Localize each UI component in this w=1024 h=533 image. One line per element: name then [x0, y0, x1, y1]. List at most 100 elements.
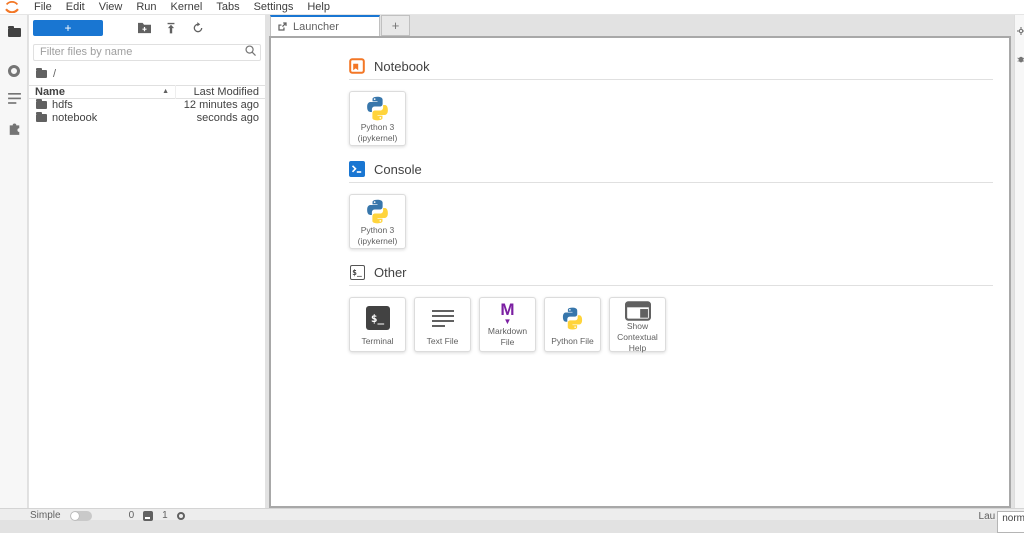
file-modified: 12 minutes ago — [175, 99, 265, 111]
sidebar-item-table-of-contents[interactable] — [0, 84, 28, 112]
file-name: notebook — [52, 112, 97, 124]
file-row-hdfs[interactable]: hdfs 12 minutes ago — [29, 99, 265, 112]
column-last-modified[interactable]: Last Modified — [175, 85, 265, 99]
menu-kernel[interactable]: Kernel — [164, 0, 210, 15]
running-sessions-icon — [8, 65, 20, 77]
jupyter-logo-icon — [4, 1, 21, 14]
column-name[interactable]: Name — [29, 86, 162, 98]
card-label: Python 3 — [361, 225, 395, 235]
folder-icon — [36, 101, 47, 109]
menu-view[interactable]: View — [92, 0, 130, 15]
card-python-file[interactable]: Python File — [544, 297, 601, 352]
launcher-panel: Notebook Python 3 (ipykernel) — [269, 36, 1011, 508]
new-folder-icon — [137, 21, 152, 34]
card-text-file[interactable]: Text File — [414, 297, 471, 352]
menu-tabs[interactable]: Tabs — [209, 0, 246, 15]
sidebar-item-extension-manager[interactable] — [0, 113, 28, 141]
card-label: Show Contextual Help — [610, 321, 665, 358]
sidebar-item-debugger[interactable] — [1015, 46, 1024, 72]
sort-ascending-icon[interactable]: ▲ — [162, 88, 169, 95]
kernels-count[interactable]: 1 — [162, 510, 168, 521]
table-of-contents-icon — [8, 93, 21, 104]
sidebar-item-property-inspector[interactable] — [1015, 18, 1024, 44]
notebook-icon — [349, 58, 365, 74]
folder-icon — [36, 114, 47, 122]
card-label: Terminal — [360, 336, 394, 351]
search-icon — [244, 44, 257, 62]
breadcrumb-root[interactable]: / — [53, 68, 56, 80]
section-notebook: Notebook — [349, 58, 993, 74]
menu-file[interactable]: File — [27, 0, 59, 15]
terminal-icon: $_ — [349, 264, 365, 280]
puzzle-icon — [8, 120, 21, 135]
terminal-status-icon[interactable] — [143, 511, 153, 521]
file-filter-input[interactable] — [33, 44, 261, 61]
status-right-text: Lau — [979, 511, 996, 522]
card-markdown-file[interactable]: M ▼ Markdown File — [479, 297, 536, 352]
menu-edit[interactable]: Edit — [59, 0, 92, 15]
simple-mode-toggle[interactable] — [70, 511, 92, 521]
home-folder-icon — [36, 70, 47, 78]
console-icon — [349, 161, 365, 177]
breadcrumb[interactable]: / — [29, 61, 265, 85]
menu-run[interactable]: Run — [129, 0, 163, 15]
file-name: hdfs — [52, 99, 73, 111]
card-label: Text File — [426, 336, 460, 351]
new-folder-button[interactable] — [136, 20, 152, 35]
bug-icon — [1017, 53, 1024, 65]
upload-button[interactable] — [163, 20, 179, 35]
file-row-notebook[interactable]: notebook seconds ago — [29, 112, 265, 125]
card-label: Markdown File — [480, 326, 535, 352]
python-logo-icon — [364, 195, 391, 225]
card-console-python3[interactable]: Python 3 (ipykernel) — [349, 194, 406, 249]
menu-help[interactable]: Help — [300, 0, 337, 15]
text-file-icon — [432, 298, 454, 336]
card-sublabel: (ipykernel) — [358, 133, 398, 144]
card-terminal[interactable]: $_ Terminal — [349, 297, 406, 352]
sidebar-item-running-sessions[interactable] — [0, 57, 28, 85]
file-browser-panel: + — [29, 15, 265, 508]
python-logo-icon — [560, 298, 585, 336]
card-label: Python File — [550, 336, 595, 351]
menu-settings[interactable]: Settings — [247, 0, 301, 15]
gear-icon — [1017, 25, 1024, 37]
refresh-button[interactable] — [190, 20, 206, 35]
section-title: Other — [374, 265, 407, 280]
section-divider — [349, 79, 993, 80]
tab-launcher[interactable]: Launcher — [270, 15, 380, 36]
terminal-icon: $_ — [366, 298, 390, 336]
menu-bar: File Edit View Run Kernel Tabs Settings … — [0, 0, 1024, 15]
card-show-contextual-help[interactable]: Show Contextual Help — [609, 297, 666, 352]
new-launcher-button[interactable]: + — [33, 20, 103, 36]
section-title: Console — [374, 162, 422, 177]
card-notebook-python3[interactable]: Python 3 (ipykernel) — [349, 91, 406, 146]
workspace: + — [0, 15, 1024, 508]
kernel-status-icon[interactable] — [177, 512, 185, 520]
section-title: Notebook — [374, 59, 430, 74]
card-label: Python 3 — [361, 122, 395, 132]
contextual-help-icon — [625, 298, 651, 321]
add-tab-button[interactable]: + — [381, 15, 410, 36]
file-modified: seconds ago — [175, 112, 265, 124]
folder-icon — [8, 28, 21, 37]
section-divider — [349, 182, 993, 183]
terminals-count[interactable]: 0 — [129, 510, 135, 521]
card-sublabel: (ipykernel) — [358, 236, 398, 247]
left-sidebar — [0, 15, 28, 508]
right-sidebar — [1014, 15, 1024, 508]
sidebar-item-file-browser[interactable] — [0, 18, 28, 46]
file-list-header: Name ▲ Last Modified — [29, 85, 265, 99]
tab-label: Launcher — [293, 21, 339, 33]
file-filter — [33, 42, 261, 61]
status-bar: Simple 0 1 Lau norm — [0, 508, 1024, 520]
tab-bar: Launcher + — [269, 15, 1011, 36]
markdown-icon: M ▼ — [500, 298, 514, 326]
section-divider — [349, 285, 993, 286]
section-console: Console — [349, 161, 993, 177]
launcher-icon — [277, 21, 288, 32]
refresh-icon — [192, 22, 204, 34]
section-other: $_ Other — [349, 264, 993, 280]
python-logo-icon — [364, 92, 391, 122]
main-dock-panel: Launcher + Notebook — [269, 15, 1011, 508]
simple-mode-label: Simple — [30, 510, 61, 521]
